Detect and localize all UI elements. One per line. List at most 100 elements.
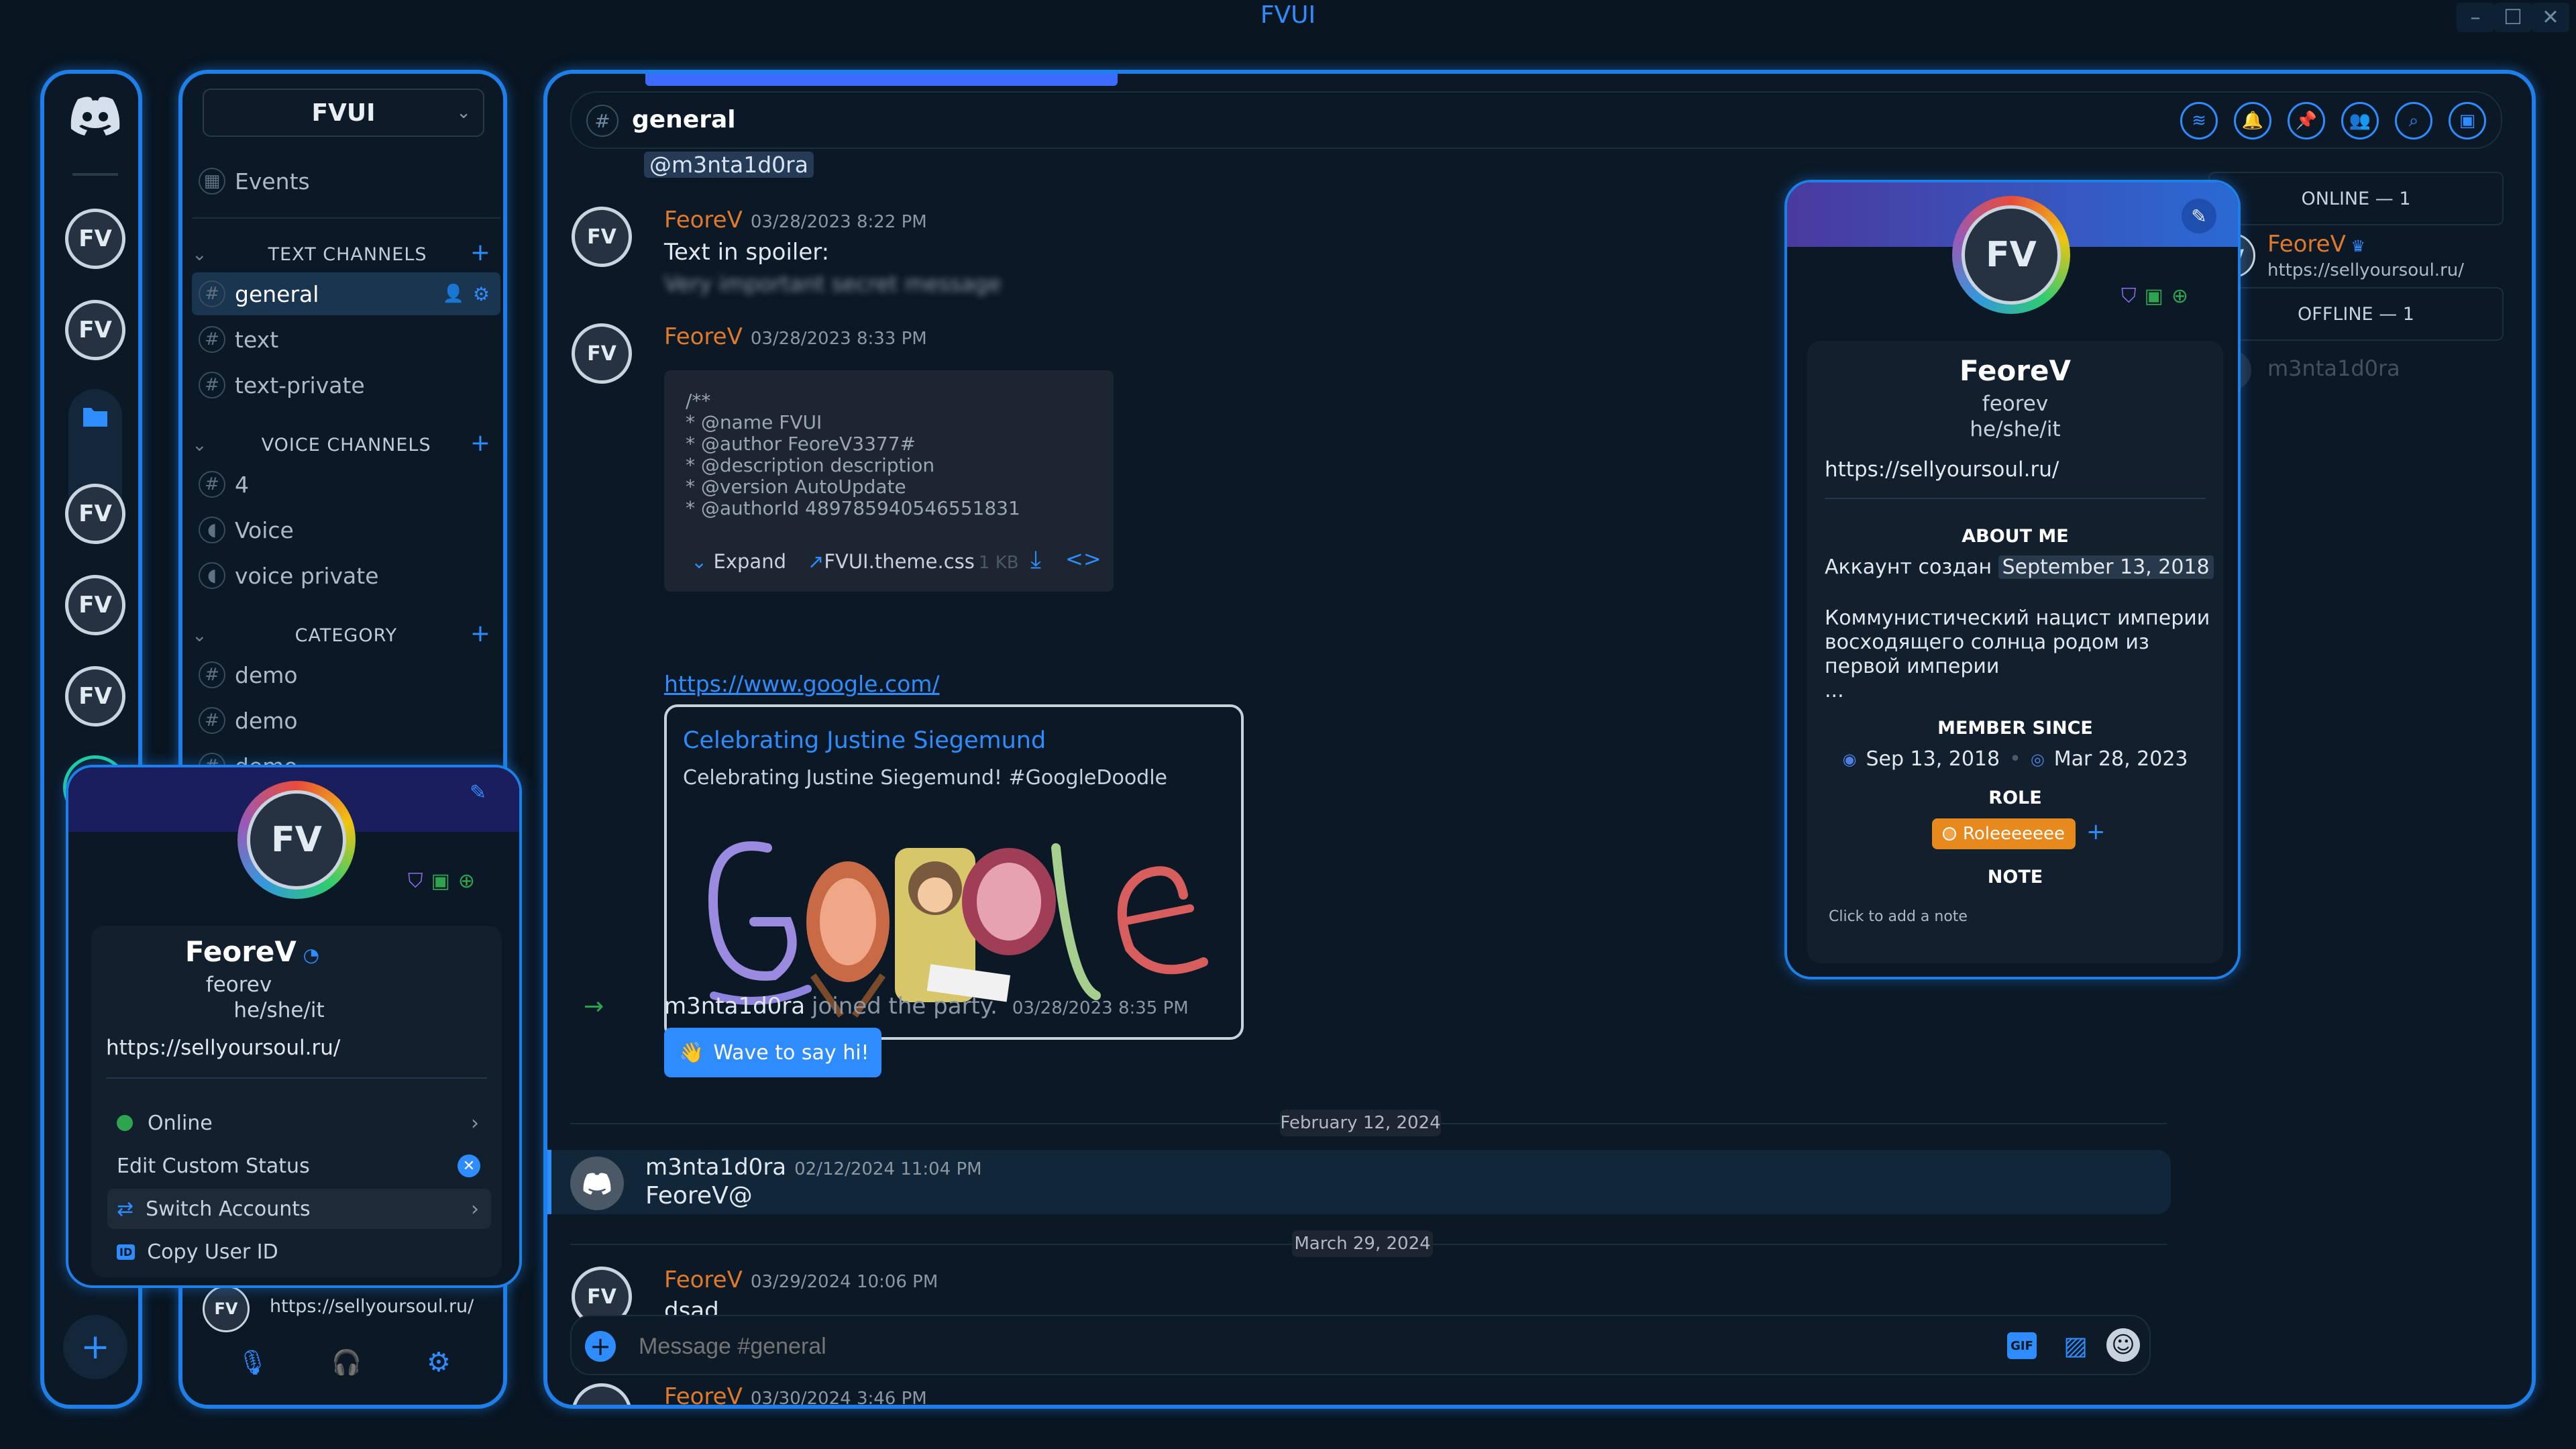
hypesquad-badge-icon[interactable]: ⛉ [2121, 284, 2137, 308]
fv-logo-icon: FV [1962, 205, 2061, 305]
add-role-icon[interactable]: + [2086, 818, 2106, 845]
emoji-icon[interactable]: ☺ [2106, 1328, 2140, 1362]
account-avatar[interactable]: FV [237, 781, 356, 899]
wave-button[interactable]: 👋 Wave to say hi! [664, 1028, 881, 1077]
expand-button[interactable]: ⌄ Expand [691, 550, 786, 573]
add-channel-icon[interactable]: + [470, 620, 491, 647]
channel-demo[interactable]: #demo [192, 653, 500, 696]
server-fvui-1[interactable]: FV [63, 207, 127, 271]
member-feorev[interactable]: FV FeoreV ♛ https://sellyoursoul.ru/ [2208, 229, 2504, 286]
message-link[interactable]: https://www.google.com/ [664, 671, 940, 697]
profile-pronouns: he/she/it [1970, 417, 2061, 441]
message-author[interactable]: FeoreV [664, 207, 743, 233]
server-fvui-5[interactable]: FV [63, 664, 127, 729]
server-name: FVUI [311, 99, 376, 127]
avatar[interactable] [570, 1157, 624, 1210]
sticker-icon[interactable]: ▨ [2063, 1331, 2088, 1360]
nitro-badge-icon[interactable]: ⊕ [458, 869, 475, 893]
pin-icon[interactable]: 📌 [2288, 102, 2325, 140]
file-name[interactable]: ↗FVUI.theme.css 1 KB [808, 550, 1019, 573]
role-pill[interactable]: Roleeeeeee [1932, 818, 2076, 849]
members-icon[interactable]: 👥 [2341, 102, 2379, 140]
avatar[interactable]: FV [572, 207, 632, 267]
home-button[interactable] [63, 83, 127, 148]
active-developer-badge-icon[interactable]: ▣ [2145, 284, 2163, 308]
id-icon: ID [117, 1244, 136, 1260]
server-icon: ◎ [2030, 749, 2045, 769]
channel-voice-private[interactable]: ◖ voice private [192, 554, 500, 597]
channel-text[interactable]: # text [192, 318, 500, 361]
active-developer-badge-icon[interactable]: ▣ [431, 869, 450, 893]
channel-general[interactable]: # general 👤 ⚙ [192, 272, 500, 315]
avatar[interactable]: FV [572, 323, 632, 384]
add-channel-icon[interactable]: + [470, 239, 491, 266]
channel-voice[interactable]: ◖ Voice [192, 508, 500, 551]
account-link[interactable]: https://sellyoursoul.ru/ [106, 1036, 340, 1060]
clear-status-icon[interactable]: ✕ [458, 1155, 480, 1177]
upload-plus-icon[interactable]: + [585, 1331, 616, 1362]
minimize-button[interactable]: – [2457, 3, 2494, 32]
server-fvui-4[interactable]: FV [63, 573, 127, 637]
member-m3nta1d0ra[interactable]: m3nta1d0ra [2208, 345, 2504, 401]
copy-user-id-item[interactable]: ID Copy User ID [107, 1232, 491, 1272]
user-avatar[interactable]: FV [203, 1285, 250, 1332]
edit-profile-icon[interactable]: ✎ [2182, 199, 2216, 233]
message-author[interactable]: m3nta1d0ra [645, 1154, 786, 1181]
close-button[interactable]: ✕ [2532, 3, 2569, 32]
google-doodle-image[interactable] [694, 821, 1217, 1022]
embed-title[interactable]: Celebrating Justine Siegemund [683, 727, 1046, 754]
hash-icon: # [199, 326, 225, 353]
add-channel-icon[interactable]: + [470, 429, 491, 457]
spoiler-text[interactable]: Very important secret message [664, 271, 1001, 297]
mention[interactable]: @m3nta1d0ra [644, 152, 814, 178]
code-view-icon[interactable]: <> [1065, 546, 1102, 572]
external-link-icon: ↗ [808, 550, 824, 573]
nitro-badge-icon[interactable]: ⊕ [2171, 284, 2188, 308]
search-icon[interactable]: ⌕ [2395, 102, 2432, 140]
message-author[interactable]: FeoreV [664, 323, 743, 350]
channel-demo[interactable]: #demo [192, 699, 500, 742]
bell-icon[interactable]: 🔔 [2234, 102, 2271, 140]
events-item[interactable]: ▦ Events [192, 160, 500, 203]
server-fvui-2[interactable]: FV [63, 298, 127, 362]
member-since-header: MEMBER SINCE [1937, 718, 2093, 739]
channel-4[interactable]: #4 [192, 463, 500, 506]
gear-icon[interactable]: ⚙ [473, 283, 490, 305]
invite-icon[interactable]: 👤 [443, 284, 464, 304]
role-color-dot [1943, 827, 1956, 841]
server-header[interactable]: FVUI ⌄ [203, 89, 484, 137]
headphones-icon[interactable]: 🎧 [331, 1348, 362, 1377]
message-input[interactable] [639, 1327, 1913, 1366]
edit-custom-status-item[interactable]: Edit Custom Status ✕ [107, 1146, 491, 1186]
add-server-button[interactable]: + [63, 1315, 127, 1379]
hypesquad-badge-icon[interactable]: ⛉ [408, 869, 423, 893]
inbox-icon[interactable]: ▣ [2449, 102, 2486, 140]
profile-display-name[interactable]: FeoreV [1807, 354, 2223, 387]
gif-icon[interactable]: GIF [2007, 1332, 2037, 1359]
microphone-icon[interactable]: 🎙 [237, 1348, 268, 1377]
profile-link[interactable]: https://sellyoursoul.ru/ [1825, 458, 2059, 482]
join-arrow-icon: → [584, 993, 604, 1020]
edit-profile-icon[interactable]: ✎ [470, 781, 486, 804]
message-author[interactable]: FeoreV [664, 1383, 743, 1405]
divider [192, 217, 500, 219]
avatar[interactable]: FV [572, 1383, 632, 1405]
profile-avatar[interactable]: FV [1952, 196, 2070, 314]
hash-icon: # [199, 280, 225, 307]
category-text-channels[interactable]: ⌄ TEXT CHANNELS + [192, 239, 500, 266]
download-icon[interactable]: ⤓ [1030, 546, 1041, 574]
category-category[interactable]: ⌄ CATEGORY + [192, 620, 500, 647]
category-voice-channels[interactable]: ⌄ VOICE CHANNELS + [192, 429, 500, 457]
server-fvui-3[interactable]: FV [63, 482, 127, 546]
account-display-name[interactable]: FeoreV ◔ [91, 935, 413, 968]
message-author[interactable]: FeoreV [664, 1267, 743, 1293]
discord-logo-icon [583, 1173, 611, 1195]
join-user[interactable]: m3nta1d0ra [664, 993, 805, 1020]
user-settings-gear-icon[interactable]: ⚙ [427, 1347, 451, 1378]
maximize-button[interactable]: ☐ [2494, 3, 2532, 32]
threads-icon[interactable]: ≋ [2180, 102, 2218, 140]
note-input[interactable]: Click to add a note [1829, 908, 1968, 925]
switch-accounts-item[interactable]: ⇄ Switch Accounts › [107, 1189, 491, 1229]
channel-text-private[interactable]: # text-private [192, 364, 500, 407]
status-online-item[interactable]: Online › [107, 1103, 491, 1143]
